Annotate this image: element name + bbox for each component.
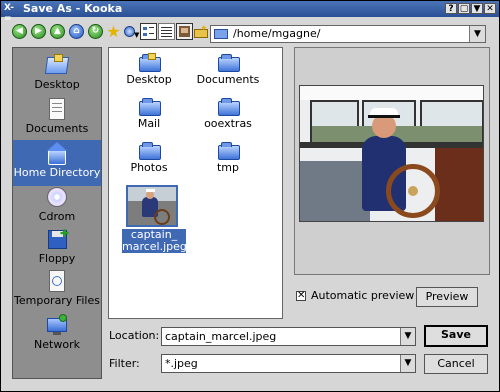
sidebar-item-temporary-files[interactable]: Temporary Files bbox=[13, 270, 101, 310]
desktop-icon bbox=[44, 54, 70, 78]
desktop-folder-icon bbox=[137, 53, 161, 73]
file-item-label: tmp bbox=[216, 161, 239, 174]
file-item-label: Documents bbox=[196, 73, 260, 86]
sidebar-item-network[interactable]: Network bbox=[13, 314, 101, 354]
file-item-label: Mail bbox=[137, 117, 161, 130]
settings-icon[interactable]: ▼ bbox=[122, 23, 139, 40]
preview-icon[interactable] bbox=[176, 23, 193, 40]
sidebar-item-documents[interactable]: Documents bbox=[13, 98, 101, 138]
back-icon[interactable]: ◀ bbox=[12, 24, 27, 39]
up-icon[interactable]: ▲ bbox=[50, 24, 65, 39]
folder-icon bbox=[137, 141, 161, 161]
sidebar-item-label: Home Directory bbox=[13, 166, 101, 179]
sidebar-item-label: Network bbox=[34, 338, 80, 351]
sidebar-item-label: Documents bbox=[25, 122, 89, 135]
chevron-down-icon[interactable]: ▼ bbox=[400, 328, 415, 345]
file-item-desktop[interactable]: Desktop bbox=[112, 53, 186, 86]
image-thumbnail[interactable] bbox=[126, 185, 178, 227]
filter-label: Filter: bbox=[109, 357, 140, 370]
home-icon[interactable]: ⌂ bbox=[69, 24, 84, 39]
documents-icon bbox=[45, 98, 69, 122]
preview-button[interactable]: Preview bbox=[416, 287, 478, 307]
folder-icon bbox=[216, 97, 240, 117]
sidebar-item-label: Floppy bbox=[38, 252, 76, 265]
automatic-preview-checkbox[interactable]: ✕ bbox=[296, 291, 306, 301]
location-value: captain_marcel.jpeg bbox=[165, 330, 277, 343]
home-icon bbox=[45, 142, 69, 166]
file-item-mail[interactable]: Mail bbox=[112, 97, 186, 130]
path-combobox[interactable]: /home/mgagne/ ▼ bbox=[210, 25, 486, 43]
chevron-down-icon[interactable]: ▼ bbox=[469, 26, 485, 42]
preview-image bbox=[299, 85, 484, 222]
location-input[interactable]: captain_marcel.jpeg ▼ bbox=[161, 327, 416, 346]
sidebar-item-home-directory[interactable]: Home Directory bbox=[13, 140, 101, 186]
file-item-documents[interactable]: Documents bbox=[191, 53, 265, 86]
file-item-label: Photos bbox=[130, 161, 168, 174]
file-item-ooextras[interactable]: ooextras bbox=[191, 97, 265, 130]
help-button[interactable]: ? bbox=[445, 3, 457, 14]
floppy-icon: ✚ bbox=[45, 227, 69, 252]
file-view[interactable]: Desktop Documents Mail ooextras Photos t… bbox=[108, 47, 283, 319]
close-button[interactable]: ✕ bbox=[484, 3, 496, 14]
cancel-button[interactable]: Cancel bbox=[424, 354, 488, 374]
file-item-tmp[interactable]: tmp bbox=[191, 141, 265, 174]
save-as-dialog: X-= Save As - Kooka ? ▢ ▼ ✕ ◀ ▶ ▲ ⌂ ↻ ★ … bbox=[0, 0, 500, 392]
window-menu-icon[interactable]: X-= bbox=[4, 3, 18, 24]
network-icon bbox=[45, 314, 69, 338]
chevron-down-icon[interactable]: ▼ bbox=[400, 355, 415, 372]
sidebar-item-desktop[interactable]: Desktop bbox=[13, 54, 101, 94]
new-folder-icon[interactable]: ✦ bbox=[193, 23, 210, 40]
sidebar-item-floppy[interactable]: ✚ Floppy bbox=[13, 227, 101, 268]
minimize-button[interactable]: ▼ bbox=[471, 3, 483, 14]
location-label: Location: bbox=[109, 329, 160, 342]
file-item-label: Desktop bbox=[126, 73, 172, 86]
save-button[interactable]: Save bbox=[424, 325, 488, 347]
preview-pane bbox=[294, 47, 490, 275]
file-item-photos[interactable]: Photos bbox=[112, 141, 186, 174]
places-sidebar: Desktop Documents Home Directory Cdrom ✚… bbox=[12, 47, 102, 379]
automatic-preview-label: Automatic preview bbox=[311, 289, 415, 302]
selected-file-label-line2: marcel.jpeg bbox=[122, 240, 187, 253]
sidebar-item-label: Desktop bbox=[34, 78, 80, 91]
window-title: Save As - Kooka bbox=[23, 2, 123, 15]
maximize-button[interactable]: ▢ bbox=[458, 3, 470, 14]
title-bar[interactable]: X-= Save As - Kooka ? ▢ ▼ ✕ bbox=[1, 1, 499, 24]
filter-select[interactable]: *.jpeg ▼ bbox=[161, 354, 416, 373]
detail-view-icon[interactable] bbox=[158, 23, 175, 40]
selected-file-label[interactable]: captain_ marcel.jpeg bbox=[122, 229, 187, 253]
sidebar-item-label: Cdrom bbox=[38, 210, 76, 223]
sidebar-item-label: Temporary Files bbox=[14, 294, 100, 307]
folder-icon bbox=[216, 141, 240, 161]
folder-icon bbox=[214, 29, 228, 39]
bookmarks-icon[interactable]: ★ bbox=[105, 23, 122, 40]
temp-files-icon bbox=[45, 270, 69, 294]
filter-value: *.jpeg bbox=[165, 357, 198, 370]
folder-icon bbox=[137, 97, 161, 117]
file-item-label: ooextras bbox=[204, 117, 252, 130]
sidebar-item-cdrom[interactable]: Cdrom bbox=[13, 186, 101, 226]
folder-icon bbox=[216, 53, 240, 73]
cdrom-icon bbox=[45, 186, 69, 210]
reload-icon[interactable]: ↻ bbox=[88, 24, 103, 39]
icon-view-icon[interactable] bbox=[140, 23, 157, 40]
splitter-handle[interactable] bbox=[284, 47, 288, 319]
forward-icon[interactable]: ▶ bbox=[31, 24, 46, 39]
path-text: /home/mgagne/ bbox=[233, 27, 321, 40]
